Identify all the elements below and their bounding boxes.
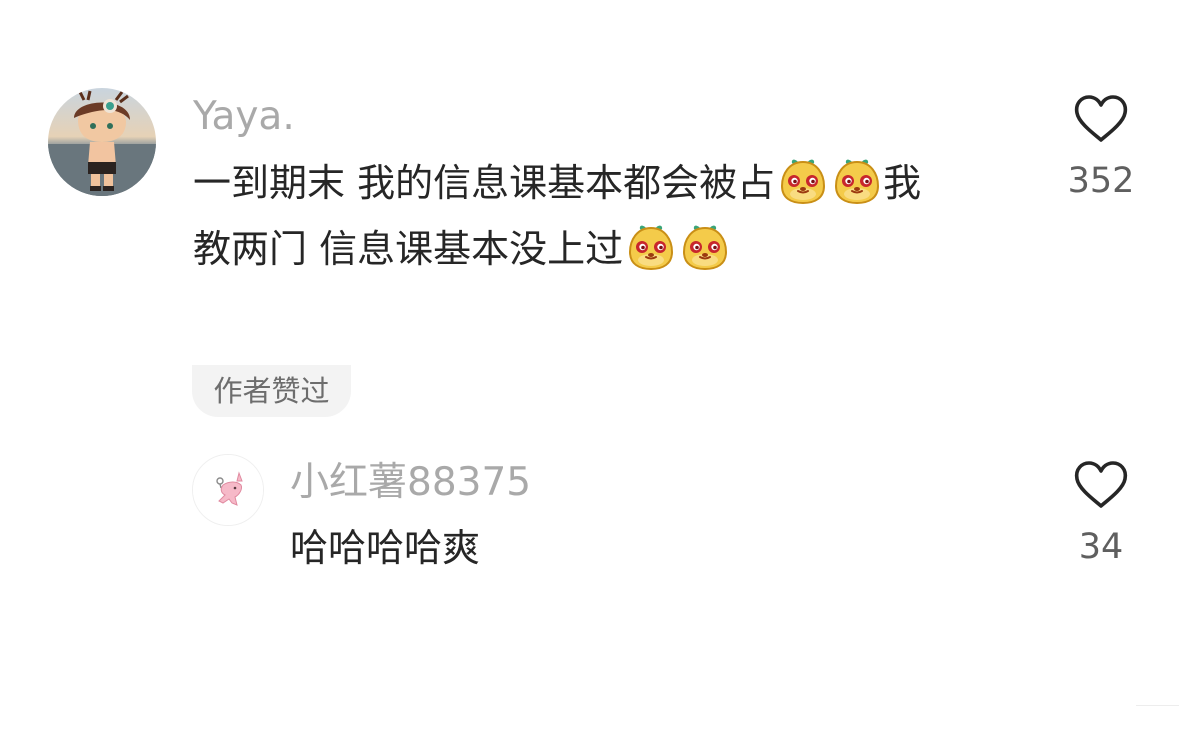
avatar-image [48, 88, 156, 196]
smirk-emoji-icon [831, 154, 883, 206]
user-avatar[interactable] [48, 88, 156, 196]
comment-text-line1: 一到期末 我的信息课基本都会被占 我 [193, 150, 921, 216]
smirk-emoji-icon [777, 154, 829, 206]
comment-thread: Yaya. 一到期末 我的信息课基本都会被占 我 教两门 信息课基本没上过 352… [0, 0, 1179, 733]
like-count: 352 [1067, 161, 1135, 201]
heart-outline-icon[interactable] [1073, 93, 1129, 145]
reply-text: 哈哈哈哈爽 [290, 526, 481, 570]
comment-text-line1-body: 一到期末 我的信息课基本都会被占 [193, 161, 776, 205]
avatar-image [193, 455, 263, 525]
comment-text-line2-body: 教两门 信息课基本没上过 [193, 227, 624, 271]
author-liked-badge: 作者赞过 [192, 365, 351, 417]
comment-text-line1-tail: 我 [883, 161, 922, 205]
reply-username[interactable]: 小红薯88375 [290, 463, 531, 502]
comment-text: 一到期末 我的信息课基本都会被占 我 教两门 信息课基本没上过 [193, 150, 921, 282]
heart-outline-icon[interactable] [1073, 459, 1129, 511]
comment-username[interactable]: Yaya. [193, 97, 295, 136]
divider [1136, 705, 1179, 706]
comment-text-line2: 教两门 信息课基本没上过 [193, 216, 921, 282]
reply-user-avatar[interactable] [192, 454, 264, 526]
smirk-emoji-icon [625, 220, 677, 272]
reply-like-count: 34 [1078, 527, 1124, 567]
smirk-emoji-icon [679, 220, 731, 272]
